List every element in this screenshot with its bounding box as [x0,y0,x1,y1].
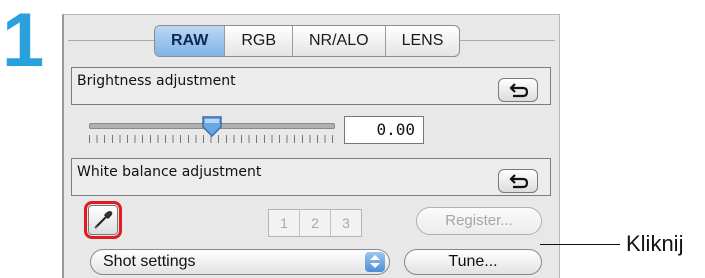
raw-tool-palette: RAW RGB NR/ALO LENS Brightness adjustmen… [62,14,560,278]
tab-rgb[interactable]: RGB [224,26,292,56]
tune-button[interactable]: Tune... [404,249,542,275]
white-balance-select[interactable]: Shot settings [90,249,390,275]
tab-nr-alo[interactable]: NR/ALO [292,26,385,56]
white-balance-label: White balance adjustment [77,164,262,180]
brightness-label: Brightness adjustment [77,73,236,89]
tab-bar: RAW RGB NR/ALO LENS [154,25,461,57]
brightness-reset-button[interactable] [498,78,538,102]
white-balance-section-header: White balance adjustment [71,158,551,196]
white-balance-preset-group: 1 2 3 [268,209,362,237]
tab-raw[interactable]: RAW [155,26,225,56]
undo-arrow-icon [509,174,529,189]
callout-line [540,244,620,245]
white-balance-preset-2[interactable]: 2 [299,210,330,236]
brightness-value-field[interactable]: 0.00 [344,116,424,144]
white-balance-preset-3[interactable]: 3 [330,210,361,236]
step-number: 1 [2,0,45,83]
brightness-slider-thumb[interactable] [201,115,223,137]
tab-lens[interactable]: LENS [384,26,460,56]
undo-arrow-icon [509,83,529,98]
white-balance-select-value: Shot settings [103,253,196,270]
white-balance-preset-1[interactable]: 1 [269,210,299,236]
callout-text: Kliknij [626,231,684,256]
select-arrows-icon [365,252,385,272]
brightness-section-header: Brightness adjustment [71,67,551,105]
eyedropper-highlight-circle [84,201,122,239]
register-button[interactable]: Register... [416,207,542,235]
white-balance-reset-button[interactable] [498,169,538,193]
